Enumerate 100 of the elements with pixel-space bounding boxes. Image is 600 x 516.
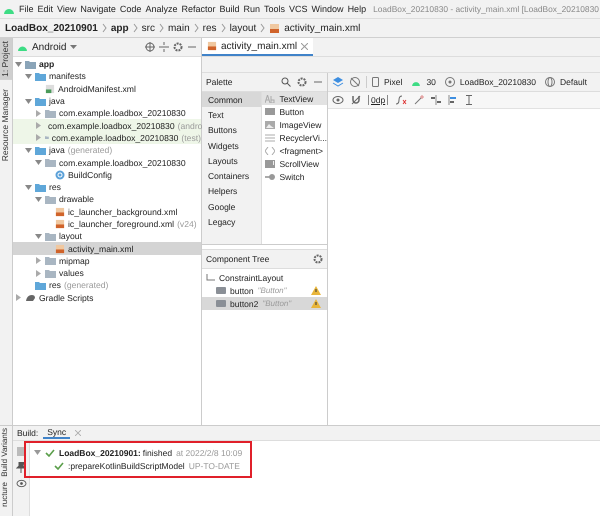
target-icon[interactable] xyxy=(145,42,155,52)
menu-item[interactable]: View xyxy=(57,4,76,14)
breadcrumb-item[interactable]: activity_main.xml xyxy=(284,22,360,34)
tool-window-tab[interactable]: ructure xyxy=(0,480,12,509)
settings-icon[interactable] xyxy=(297,77,307,87)
palette-category[interactable]: Google xyxy=(202,199,262,214)
tree-item[interactable]: com.example.loadbox_20210830 xyxy=(13,107,201,120)
breadcrumb-item[interactable]: src xyxy=(142,22,155,34)
palette-item[interactable]: ImageView xyxy=(262,118,327,131)
device-dropdown[interactable]: Pixel xyxy=(384,77,402,87)
menu-item[interactable]: Edit xyxy=(38,4,54,14)
palette-item[interactable]: <fragment> xyxy=(262,144,327,157)
palette-category[interactable]: Widgets xyxy=(202,138,262,154)
eye-icon[interactable] xyxy=(16,479,26,488)
menu-item[interactable]: Build xyxy=(219,4,240,14)
tree-item-label: res xyxy=(49,182,61,192)
align-left-icon[interactable] xyxy=(448,95,458,105)
tool-window-tab[interactable]: Resource Manager xyxy=(0,86,12,164)
tree-item[interactable]: java (generated) xyxy=(13,144,201,156)
close-icon[interactable] xyxy=(301,42,308,50)
build-tab[interactable]: Sync xyxy=(43,427,70,439)
theme-dropdown[interactable]: LoadBox_20210830 xyxy=(460,77,536,87)
tool-window-tab[interactable]: Build Variants xyxy=(0,426,12,479)
default-margin-button[interactable]: 0dp xyxy=(368,95,388,105)
expanded-arrow-icon[interactable] xyxy=(25,98,32,105)
menu-item[interactable]: Code xyxy=(120,4,142,14)
palette-category[interactable]: Common xyxy=(202,92,262,108)
palette-item[interactable]: Button xyxy=(262,105,327,118)
pin-icon[interactable] xyxy=(16,462,26,473)
menu-item[interactable]: Run xyxy=(244,4,260,14)
clear-constraints-icon[interactable] xyxy=(395,95,408,105)
component-row[interactable]: button2 "Button" xyxy=(202,297,327,310)
magic-wand-icon[interactable] xyxy=(414,95,424,105)
menu-item[interactable]: Analyze xyxy=(145,4,178,14)
palette-category[interactable]: Containers xyxy=(202,168,262,184)
menu-item[interactable]: Tools xyxy=(264,4,286,14)
expanded-arrow-icon[interactable] xyxy=(34,449,41,456)
palette-item[interactable]: RecyclerVi... xyxy=(262,131,327,144)
eye-icon[interactable] xyxy=(332,95,344,105)
tree-item[interactable]: ic_launcher_foreground.xml (v24) xyxy=(13,218,201,230)
tree-item[interactable]: res (generated) xyxy=(13,279,201,292)
align-icon[interactable] xyxy=(431,95,442,105)
palette-item[interactable]: ScrollView xyxy=(262,157,327,170)
breadcrumb-item[interactable]: LoadBox_20210901 xyxy=(5,22,98,34)
close-icon[interactable] xyxy=(75,430,82,436)
breadcrumb-item[interactable]: res xyxy=(202,22,217,34)
rotate-icon[interactable] xyxy=(349,76,361,88)
tree-item[interactable]: res xyxy=(13,180,201,194)
breadcrumb-item[interactable]: main xyxy=(168,22,190,34)
menu-item[interactable]: Navigate xyxy=(80,4,116,14)
settings-icon[interactable] xyxy=(313,254,323,264)
breadcrumb-item[interactable]: layout xyxy=(230,22,256,34)
tree-item[interactable]: values xyxy=(13,267,201,280)
layers-icon[interactable] xyxy=(332,76,344,88)
tree-item[interactable]: AndroidManifest.xml xyxy=(13,82,201,95)
palette-category[interactable]: Helpers xyxy=(202,184,262,200)
palette-category[interactable]: Layouts xyxy=(202,153,262,168)
menu-item[interactable]: VCS xyxy=(289,4,308,14)
tree-item[interactable]: Gradle Scripts xyxy=(13,292,201,304)
text-cursor-icon[interactable] xyxy=(465,95,474,105)
locale-dropdown[interactable]: Default xyxy=(560,77,587,87)
tree-item[interactable]: com.example.loadbox_20210830 (andro xyxy=(13,119,201,132)
menu-item[interactable]: Help xyxy=(348,4,366,14)
tree-item[interactable]: BuildConfig xyxy=(13,168,201,181)
widget-label: Button xyxy=(279,106,304,116)
component-row[interactable]: button "Button" xyxy=(202,284,327,297)
expanded-arrow-icon[interactable] xyxy=(35,232,42,240)
palette-category[interactable]: Legacy xyxy=(202,214,262,230)
menu-item[interactable]: Refactor xyxy=(181,4,216,14)
view-selector[interactable]: Android xyxy=(32,42,66,52)
list-widget-icon xyxy=(265,134,276,142)
magnet-icon[interactable] xyxy=(351,95,361,105)
tree-item[interactable]: com.example.loadbox_20210830 xyxy=(13,156,201,169)
editor-tab[interactable]: activity_main.xml xyxy=(202,38,314,56)
collapse-icon[interactable] xyxy=(159,42,169,52)
menu-item[interactable]: Window xyxy=(312,4,344,14)
tree-item[interactable]: app xyxy=(13,58,201,70)
palette-item[interactable]: TextView xyxy=(262,92,327,105)
palette-category[interactable]: Text xyxy=(202,107,262,123)
tree-item[interactable]: manifests xyxy=(13,70,201,83)
settings-icon[interactable] xyxy=(173,42,183,52)
tree-item[interactable]: mipmap xyxy=(13,254,201,268)
menu-item[interactable]: File xyxy=(19,4,34,14)
tree-item[interactable]: com.example.loadbox_20210830 (test) xyxy=(13,132,201,144)
tree-item[interactable]: java xyxy=(13,94,201,108)
collapsed-arrow-icon[interactable] xyxy=(15,294,22,302)
palette-item[interactable]: Switch xyxy=(262,170,327,183)
tool-window-tab[interactable]: 1: Project xyxy=(0,38,12,80)
search-icon[interactable] xyxy=(281,77,291,87)
tree-item[interactable]: layout xyxy=(13,230,201,242)
build-task-name[interactable]: :prepareKotlinBuildScriptModel xyxy=(68,460,185,470)
breadcrumb-item[interactable]: app xyxy=(110,22,129,34)
palette-category[interactable]: Buttons xyxy=(202,122,262,138)
build-task-name[interactable]: LoadBox_20210901: xyxy=(59,448,141,458)
tree-item[interactable]: ic_launcher_background.xml xyxy=(13,206,201,218)
api-level-dropdown[interactable]: 30 xyxy=(426,77,436,87)
tree-item[interactable]: drawable xyxy=(13,193,201,206)
tree-item[interactable]: activity_main.xml xyxy=(13,242,201,255)
manifest-file-icon xyxy=(45,84,55,94)
component-name[interactable]: ConstraintLayout xyxy=(219,272,284,282)
